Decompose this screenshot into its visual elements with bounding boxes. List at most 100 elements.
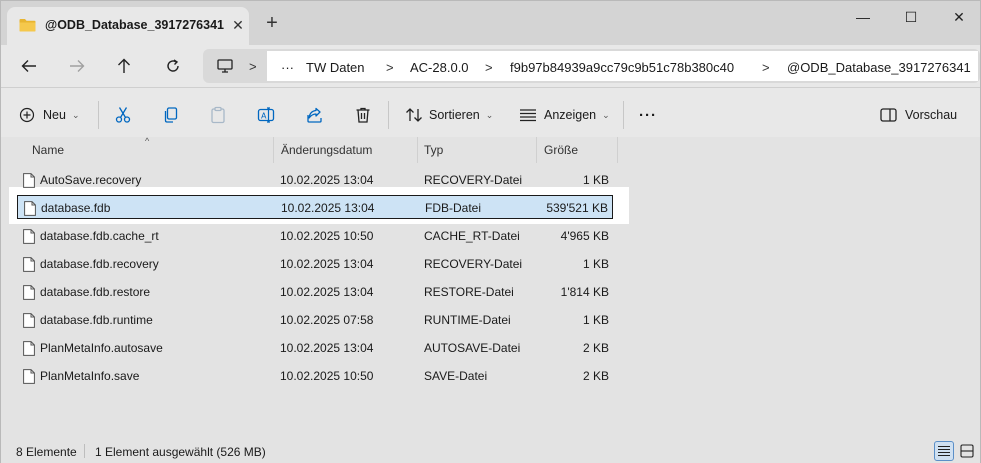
file-name: PlanMetaInfo.save [40, 369, 140, 383]
minimize-icon[interactable]: — [848, 7, 878, 27]
status-bar: 8 Elemente 1 Element ausgewählt (526 MB) [1, 439, 980, 463]
tab-bar: @ODB_Database_3917276341 ✕ + — ☐ ✕ [1, 1, 980, 45]
divider [623, 101, 624, 129]
file-size: 1 KB [582, 257, 609, 271]
column-divider[interactable] [273, 137, 274, 163]
chevron-right-icon[interactable]: > [485, 60, 493, 75]
clipboard-icon [211, 106, 225, 124]
file-name: database.fdb [41, 201, 111, 215]
sort-button-label: Sortieren [429, 108, 480, 122]
sort-button[interactable]: Sortieren ⌄ [405, 105, 493, 125]
file-name: PlanMetaInfo.autosave [40, 341, 163, 355]
divider [98, 101, 99, 129]
file-type: FDB-Datei [425, 201, 482, 215]
file-explorer-window: @ODB_Database_3917276341 ✕ + — ☐ ✕ > ···… [0, 0, 981, 463]
breadcrumb-more[interactable]: ··· [281, 60, 294, 75]
command-bar: Neu ⌄ A Sortieren ⌄ Anzeigen ⌄ ··· Vorsc… [1, 87, 980, 141]
file-row[interactable]: AutoSave.recovery 10.02.2025 13:04 RECOV… [17, 168, 613, 192]
column-header-name[interactable]: Name [32, 143, 64, 157]
tiles-view-button[interactable] [957, 441, 977, 461]
trash-icon [356, 107, 370, 123]
tab-title: @ODB_Database_3917276341 [45, 18, 224, 32]
sort-icon [406, 108, 422, 122]
chevron-right-icon[interactable]: > [762, 60, 770, 75]
column-divider[interactable] [417, 137, 418, 163]
more-options-icon[interactable]: ··· [639, 105, 657, 125]
file-size: 1 KB [582, 173, 609, 187]
file-name: database.fdb.recovery [40, 257, 159, 271]
view-button[interactable]: Anzeigen ⌄ [519, 105, 610, 125]
file-icon [23, 313, 35, 328]
file-row[interactable]: database.fdb.cache_rt 10.02.2025 10:50 C… [17, 224, 613, 248]
preview-button-label: Vorschau [905, 108, 958, 122]
tab-odb-database[interactable]: @ODB_Database_3917276341 ✕ [7, 7, 249, 45]
file-icon [24, 201, 36, 216]
chevron-right-icon: > [249, 59, 257, 74]
file-type: RECOVERY-Datei [424, 257, 523, 271]
file-list: AutoSave.recovery 10.02.2025 13:04 RECOV… [1, 167, 980, 437]
back-icon[interactable] [17, 55, 41, 77]
file-date: 10.02.2025 07:58 [280, 313, 374, 327]
svg-text:A: A [261, 112, 267, 121]
file-icon [23, 369, 35, 384]
file-date: 10.02.2025 13:04 [280, 173, 374, 187]
file-row[interactable]: database.fdb.restore 10.02.2025 13:04 RE… [17, 280, 613, 304]
share-button[interactable] [306, 105, 324, 125]
cut-button[interactable] [114, 105, 132, 125]
column-headers: ^ Name Änderungsdatum Typ Größe [1, 136, 980, 163]
file-icon [23, 285, 35, 300]
plus-circle-icon [19, 107, 35, 123]
new-button-label: Neu [43, 108, 66, 122]
breadcrumb-item[interactable]: f9b97b84939a9cc79c9b51c78b380c40 [510, 60, 734, 75]
column-header-date[interactable]: Änderungsdatum [281, 143, 372, 157]
new-button[interactable]: Neu ⌄ [19, 105, 79, 125]
rename-button[interactable]: A [257, 105, 275, 125]
view-button-label: Anzeigen [544, 108, 597, 122]
scissors-icon [115, 107, 131, 123]
close-tab-icon[interactable]: ✕ [231, 18, 245, 32]
maximize-icon[interactable]: ☐ [896, 7, 926, 27]
close-window-icon[interactable]: ✕ [944, 7, 974, 27]
preview-pane-button[interactable]: Vorschau [880, 105, 957, 125]
column-header-size[interactable]: Größe [544, 143, 578, 157]
divider [388, 101, 389, 129]
file-icon [23, 257, 35, 272]
folder-icon [19, 19, 36, 32]
file-name: database.fdb.restore [40, 285, 151, 299]
delete-button[interactable] [354, 105, 372, 125]
breadcrumb-item-current[interactable]: @ODB_Database_3917276341 [787, 60, 971, 75]
file-icon [23, 173, 35, 188]
column-header-type[interactable]: Typ [424, 143, 443, 157]
refresh-icon[interactable] [161, 55, 185, 77]
paste-button[interactable] [209, 105, 227, 125]
forward-icon[interactable] [65, 55, 89, 77]
file-row-selected[interactable]: database.fdb 10.02.2025 13:04 FDB-Datei … [17, 195, 613, 219]
file-row[interactable]: database.fdb.recovery 10.02.2025 13:04 R… [17, 252, 613, 276]
column-divider[interactable] [536, 137, 537, 163]
preview-pane-icon [880, 108, 897, 122]
file-size: 2 KB [582, 341, 609, 355]
file-type: RECOVERY-Datei [424, 173, 523, 187]
file-name: database.fdb.runtime [40, 313, 153, 327]
navigation-bar: > ··· TW Daten > AC-28.0.0 > f9b97b84939… [1, 45, 980, 87]
up-icon[interactable] [112, 55, 136, 77]
computer-icon [217, 59, 233, 73]
breadcrumb-item[interactable]: AC-28.0.0 [410, 60, 469, 75]
address-bar[interactable]: > ··· TW Daten > AC-28.0.0 > f9b97b84939… [203, 49, 980, 83]
details-view-button[interactable] [934, 441, 954, 461]
file-size: 1 KB [582, 313, 609, 327]
file-name: database.fdb.cache_rt [40, 229, 159, 243]
copy-button[interactable] [162, 105, 180, 125]
file-row[interactable]: PlanMetaInfo.autosave 10.02.2025 13:04 A… [17, 336, 613, 360]
file-row[interactable]: database.fdb.runtime 10.02.2025 07:58 RU… [17, 308, 613, 332]
chevron-down-icon: ⌄ [71, 109, 80, 120]
file-type: SAVE-Datei [424, 369, 488, 383]
new-tab-icon[interactable]: + [263, 13, 281, 33]
breadcrumb-item[interactable]: TW Daten [306, 60, 365, 75]
file-icon [23, 341, 35, 356]
file-date: 10.02.2025 13:04 [280, 257, 374, 271]
chevron-right-icon[interactable]: > [386, 60, 394, 75]
file-row[interactable]: PlanMetaInfo.save 10.02.2025 10:50 SAVE-… [17, 364, 613, 388]
column-divider[interactable] [617, 137, 618, 163]
file-icon [23, 229, 35, 244]
